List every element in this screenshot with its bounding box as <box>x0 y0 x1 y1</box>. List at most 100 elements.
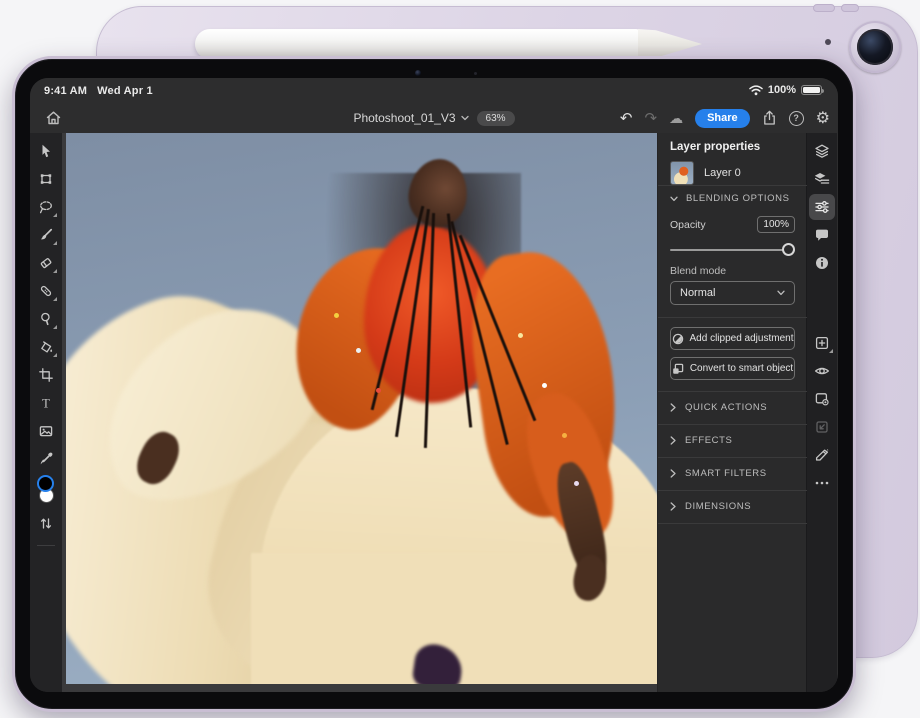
jacket-pin <box>574 481 579 486</box>
app-header: 9:41 AM Wed Apr 1 100% <box>30 78 838 133</box>
opacity-slider[interactable] <box>670 243 795 257</box>
front-camera <box>415 70 421 76</box>
clip-mask-icon[interactable] <box>809 441 835 469</box>
apple-pencil <box>195 29 702 59</box>
divider <box>658 185 807 186</box>
jacket-pin <box>562 433 567 438</box>
chevron-down-icon <box>461 115 469 121</box>
volume-button <box>813 4 835 12</box>
front-ipad: 9:41 AM Wed Apr 1 100% <box>12 56 856 712</box>
rear-camera <box>849 21 901 73</box>
share-button[interactable]: Share <box>695 109 750 128</box>
crop-tool[interactable] <box>33 361 59 389</box>
layer-properties-panel: Layer properties Layer 0 BLENDING OPTION… <box>657 133 806 692</box>
chevron-right-icon <box>670 403 676 412</box>
blend-mode-value: Normal <box>680 287 715 299</box>
status-indicators: 100% <box>749 84 822 96</box>
layer-thumbnail <box>670 161 694 185</box>
document-title-menu[interactable]: Photoshoot_01_V3 <box>353 111 468 125</box>
add-layer-icon[interactable] <box>809 329 835 357</box>
type-tool[interactable]: T <box>33 389 59 417</box>
redo-icon[interactable]: ↷ <box>645 111 658 126</box>
toolbar-divider <box>37 545 55 546</box>
lasso-select-tool[interactable] <box>33 193 59 221</box>
merge-down-icon[interactable] <box>809 413 835 441</box>
jacket-pin <box>356 348 361 353</box>
export-icon[interactable] <box>762 110 777 126</box>
slider-knob[interactable] <box>782 243 795 256</box>
cloud-sync-icon[interactable]: ☁ <box>669 111 683 125</box>
jacket-pin <box>542 383 547 388</box>
layer-name: Layer 0 <box>704 167 741 179</box>
battery-icon <box>801 85 822 95</box>
place-photo-tool[interactable] <box>33 417 59 445</box>
jacket-pin <box>334 313 339 318</box>
wifi-icon <box>749 85 763 96</box>
slider-track <box>670 249 795 251</box>
dodge-tool[interactable] <box>33 305 59 333</box>
panel-rail <box>806 133 837 692</box>
blending-options-header[interactable]: BLENDING OPTIONS <box>670 193 790 204</box>
section-smart-filters[interactable]: SMART FILTERS <box>658 457 807 490</box>
jacket-pin <box>518 333 523 338</box>
apple-pencil-tip <box>638 29 702 59</box>
comment-icon[interactable] <box>809 221 835 249</box>
blend-mode-select[interactable]: Normal <box>670 281 795 305</box>
add-mask-icon[interactable] <box>809 385 835 413</box>
chevron-down-icon <box>777 290 785 296</box>
section-effects[interactable]: EFFECTS <box>658 424 807 457</box>
hero-scene: 9:41 AM Wed Apr 1 100% <box>0 0 920 718</box>
eraser-tool[interactable] <box>33 249 59 277</box>
status-time: 9:41 AM <box>44 85 87 97</box>
document-canvas[interactable] <box>62 133 657 692</box>
chevron-down-icon <box>670 196 678 202</box>
settings-gear-icon[interactable]: ⚙ <box>816 108 830 128</box>
front-sensor <box>474 72 477 75</box>
volume-button <box>841 4 859 12</box>
compact-layers-icon[interactable] <box>809 165 835 193</box>
swap-colors-button[interactable] <box>33 509 59 537</box>
divider <box>658 317 807 318</box>
layers-icon[interactable] <box>809 137 835 165</box>
convert-to-smart-object-button[interactable]: Convert to smart object <box>670 357 795 380</box>
add-clipped-adjustment-button[interactable]: Add clipped adjustment <box>670 327 795 350</box>
section-dimensions[interactable]: DIMENSIONS <box>658 490 807 523</box>
healing-brush-tool[interactable] <box>33 277 59 305</box>
status-time-date: 9:41 AM Wed Apr 1 <box>44 85 163 97</box>
status-date: Wed Apr 1 <box>97 85 153 97</box>
transform-tool[interactable] <box>33 165 59 193</box>
chevron-right-icon <box>670 436 676 445</box>
layer-visibility-icon[interactable] <box>809 357 835 385</box>
fill-tool[interactable] <box>33 333 59 361</box>
help-icon[interactable]: ? <box>789 111 804 126</box>
tool-bar: T <box>30 133 62 692</box>
color-chips[interactable] <box>33 475 59 509</box>
adjustment-icon <box>672 333 684 345</box>
svg-text:T: T <box>42 396 50 410</box>
section-quick-actions[interactable]: QUICK ACTIONS <box>658 391 807 424</box>
status-bar: 9:41 AM Wed Apr 1 100% <box>30 78 838 103</box>
photo-layer <box>66 133 657 684</box>
layer-row[interactable]: Layer 0 <box>670 159 795 187</box>
zoom-level-badge[interactable]: 63% <box>477 111 515 126</box>
divider <box>658 523 807 524</box>
undo-icon[interactable]: ↶ <box>620 111 633 126</box>
more-options-icon[interactable] <box>809 469 835 497</box>
opacity-label: Opacity <box>670 219 706 231</box>
top-actions: ↶ ↷ ☁ Share ? ⚙ <box>620 103 830 133</box>
info-icon[interactable] <box>809 249 835 277</box>
foreground-color-chip[interactable] <box>37 475 54 492</box>
layer-properties-icon[interactable] <box>809 194 835 220</box>
brush-tool[interactable] <box>33 221 59 249</box>
rear-camera-lens <box>857 29 893 65</box>
opacity-row: Opacity 100% <box>670 216 795 233</box>
opacity-value[interactable]: 100% <box>757 216 795 233</box>
move-tool[interactable] <box>33 137 59 165</box>
chevron-right-icon <box>670 502 676 511</box>
workspace: T <box>30 133 838 692</box>
battery-percent: 100% <box>768 84 796 96</box>
apple-pencil-body <box>195 29 640 59</box>
panel-title: Layer properties <box>670 141 760 153</box>
blend-mode-label: Blend mode <box>670 265 726 277</box>
eyedropper-tool[interactable] <box>33 445 59 473</box>
